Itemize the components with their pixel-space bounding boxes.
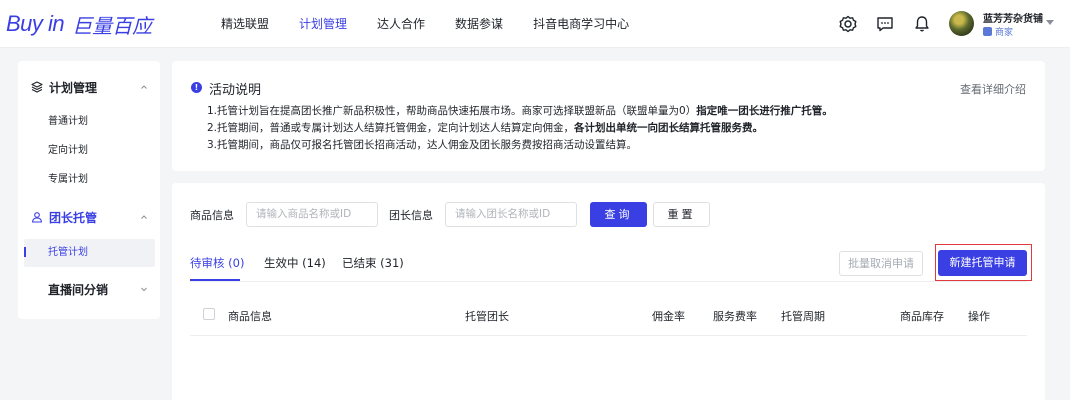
info-icon: ! xyxy=(191,82,202,93)
activity-notice-card: ! 活动说明 查看详细介绍 1.托管计划旨在提高团长推广新品积极性，帮助商品快速… xyxy=(172,61,1045,171)
column-header-actions: 操作 xyxy=(968,310,990,323)
user-role-label: 商家 xyxy=(995,28,1014,38)
gear-icon[interactable] xyxy=(838,14,858,34)
column-header-commission: 佣金率 xyxy=(652,310,685,323)
shop-icon xyxy=(983,27,992,36)
nav-item-plan-management[interactable]: 计划管理 xyxy=(284,0,362,48)
top-header: Buy in 巨量百应 精选联盟 计划管理 达人合作 数据参谋 抖音电商学习中心… xyxy=(0,0,1070,48)
user-role-badge: 商家 xyxy=(983,25,1013,38)
sidebar-group-label: 团长托管 xyxy=(49,210,98,225)
tab-pending-review[interactable]: 待审核 (0) xyxy=(190,255,244,271)
chevron-down-icon[interactable] xyxy=(1046,20,1054,25)
notice-line-1: 1.托管计划旨在提高团长推广新品积极性，帮助商品快速拓展市场。商家可选择联盟新品… xyxy=(207,105,833,117)
column-header-service-fee: 服务费率 xyxy=(713,310,757,323)
active-tab-underline xyxy=(190,279,240,281)
avatar[interactable] xyxy=(949,11,974,36)
nav-item-influencer[interactable]: 达人合作 xyxy=(362,0,440,48)
chevron-down-icon xyxy=(141,287,147,292)
notice-title: 活动说明 xyxy=(209,83,262,98)
sidebar-group-leader-hosting[interactable]: 团长托管 xyxy=(18,202,160,232)
table-header-divider xyxy=(190,335,1027,336)
tab-active[interactable]: 生效中 (14) xyxy=(264,255,326,271)
buyin-logo[interactable]: Buy in 巨量百应 xyxy=(6,11,153,38)
sidebar: 计划管理 普通计划 定向计划 专属计划 团长托管 托管计划 直播间分销 xyxy=(18,61,160,319)
layers-icon xyxy=(31,81,43,93)
leader-info-label: 团长信息 xyxy=(389,209,433,222)
sidebar-item-hosting-plan[interactable]: 托管计划 xyxy=(24,239,155,267)
column-header-stock: 商品库存 xyxy=(900,310,944,323)
column-header-product: 商品信息 xyxy=(228,310,272,323)
notice-line-2: 2.托管期间，普通或专属计划达人结算托管佣金，定向计划达人结算定向佣金，各计划出… xyxy=(207,122,764,134)
notice-line-3: 3.托管期间，商品仅可报名托管团长招商活动，达人佣金及团长服务费按招商活动设置结… xyxy=(207,139,638,151)
hosting-plan-panel: 商品信息 请输入商品名称或ID 团长信息 请输入团长名称或ID 查询 重置 待审… xyxy=(172,183,1045,400)
active-indicator xyxy=(24,247,26,257)
column-header-period: 托管周期 xyxy=(781,310,825,323)
user-icon xyxy=(31,212,43,223)
sidebar-item-exclusive-plan[interactable]: 专属计划 xyxy=(18,166,160,194)
batch-cancel-button[interactable]: 批量取消申请 xyxy=(839,251,923,276)
leader-search-input[interactable]: 请输入团长名称或ID xyxy=(445,202,577,227)
product-search-input[interactable]: 请输入商品名称或ID xyxy=(246,202,378,227)
sidebar-item-normal-plan[interactable]: 普通计划 xyxy=(18,108,160,136)
sidebar-group-plan-management[interactable]: 计划管理 xyxy=(18,72,160,102)
sidebar-item-targeted-plan[interactable]: 定向计划 xyxy=(18,137,160,165)
message-icon[interactable] xyxy=(875,14,895,34)
top-nav: 精选联盟 计划管理 达人合作 数据参谋 抖音电商学习中心 xyxy=(206,0,644,48)
logo-text-en: Buy in xyxy=(6,11,65,36)
sidebar-group-label: 直播间分销 xyxy=(48,282,109,297)
view-details-link[interactable]: 查看详细介绍 xyxy=(960,81,1026,97)
tab-ended[interactable]: 已结束 (31) xyxy=(342,255,404,271)
chevron-up-icon xyxy=(141,215,147,219)
logo-text-cn: 巨量百应 xyxy=(72,13,153,38)
nav-item-learning-center[interactable]: 抖音电商学习中心 xyxy=(518,0,644,48)
select-all-checkbox[interactable] xyxy=(203,308,215,320)
tabs-divider xyxy=(190,281,1027,282)
query-button[interactable]: 查询 xyxy=(590,202,647,227)
bell-icon[interactable] xyxy=(912,14,932,34)
product-info-label: 商品信息 xyxy=(190,209,234,222)
column-header-leader: 托管团长 xyxy=(465,310,509,323)
reset-button[interactable]: 重置 xyxy=(653,202,710,227)
sidebar-group-live-distribution[interactable]: 直播间分销 xyxy=(18,274,160,304)
nav-item-data[interactable]: 数据参谋 xyxy=(440,0,518,48)
user-name: 蓝芳芳杂货铺 xyxy=(983,14,1043,25)
new-hosting-application-button[interactable]: 新建托管申请 xyxy=(938,250,1027,276)
nav-item-jingxuan[interactable]: 精选联盟 xyxy=(206,0,284,48)
sidebar-group-label: 计划管理 xyxy=(49,80,98,95)
chevron-up-icon xyxy=(141,85,147,89)
